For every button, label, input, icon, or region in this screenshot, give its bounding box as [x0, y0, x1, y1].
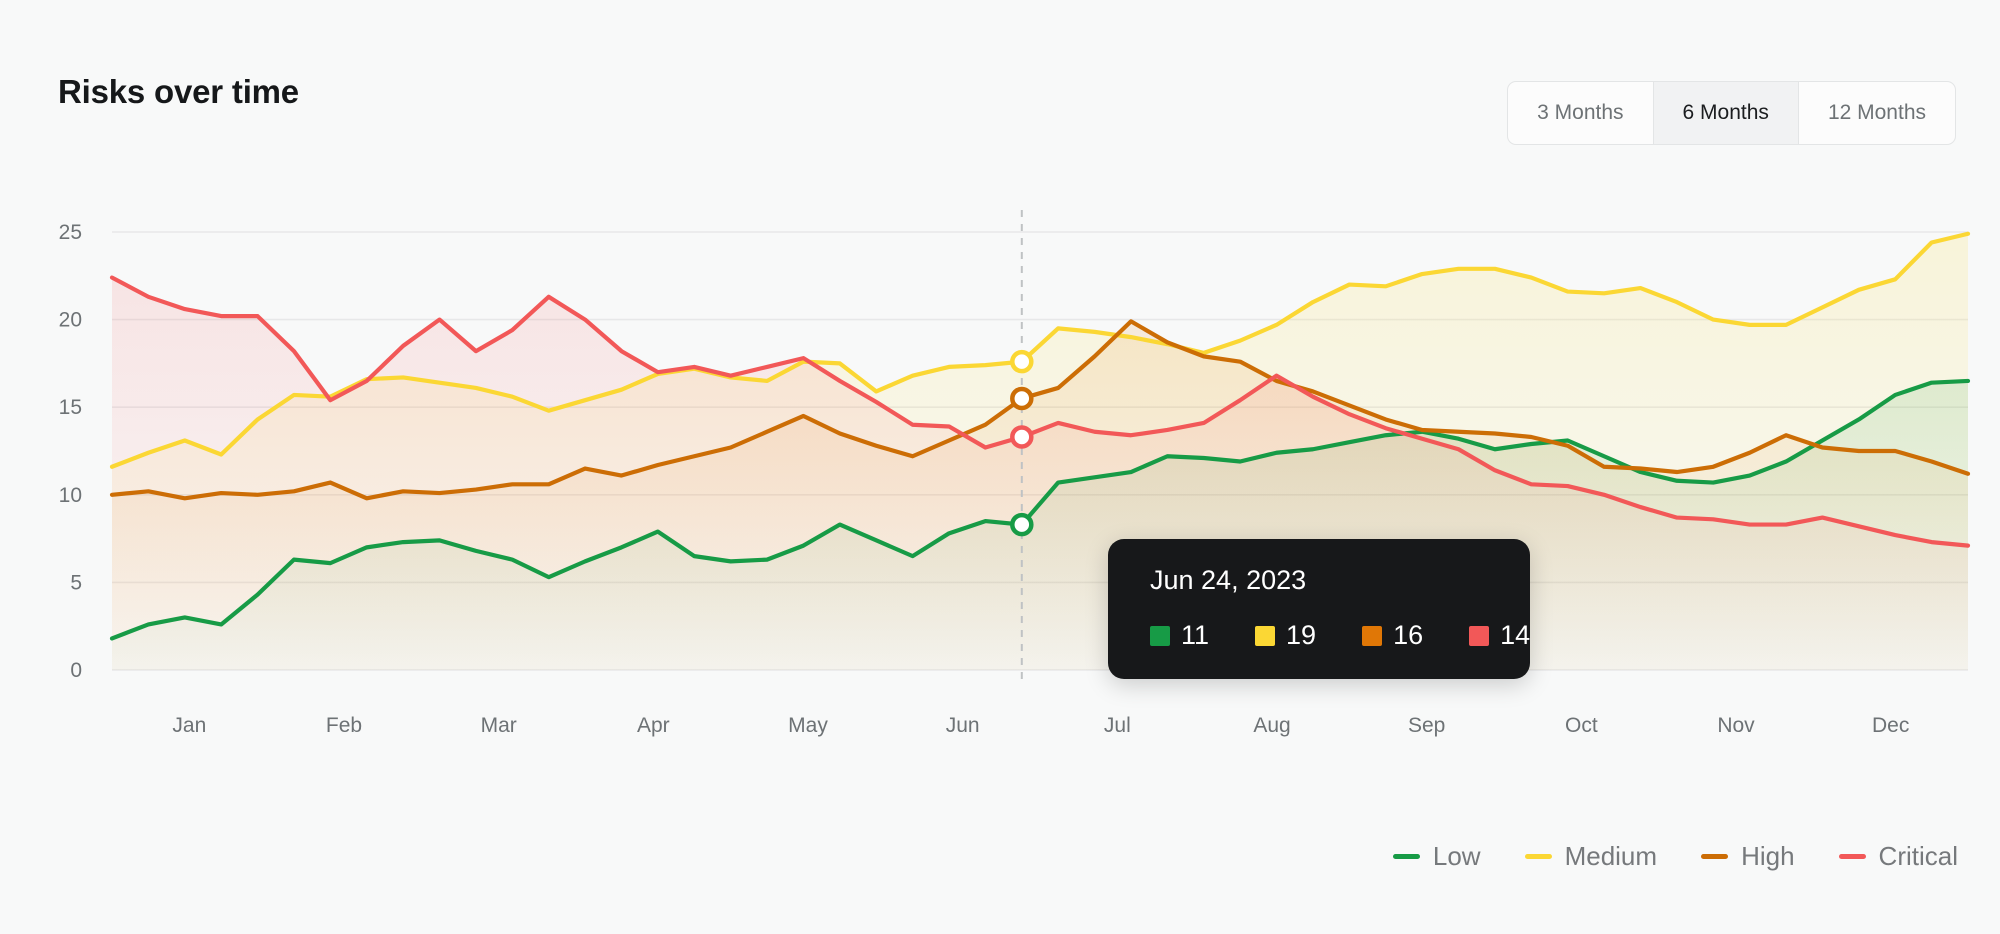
tooltip-value-high: 16 [1393, 620, 1424, 650]
chart-legend: Low Medium High Critical [1392, 841, 1958, 872]
x-tick-label: Jul [1104, 714, 1131, 737]
tooltip-date: Jun 24, 2023 [1150, 565, 1307, 595]
y-tick-label: 10 [59, 484, 82, 507]
y-tick-label: 20 [59, 309, 82, 332]
low-line-icon [1392, 854, 1420, 859]
high-line-icon [1701, 854, 1729, 859]
tooltip-item-medium: 19 [1255, 622, 1316, 649]
range-option-12-months[interactable]: 12 Months [1799, 82, 1955, 144]
legend-item-medium[interactable]: Medium [1524, 841, 1658, 872]
risks-line-chart[interactable]: 0 5 10 15 20 25 Jan Feb Mar Apr May Jun Jul Aug Sep Oc… [0, 160, 2000, 780]
chart-svg: 0 5 10 15 20 25 Jan Feb Mar Apr May Jun Jul Aug Sep Oc… [59, 210, 1971, 737]
legend-label-medium: Medium [1564, 841, 1658, 871]
tooltip-item-critical: 14 [1469, 622, 1530, 649]
x-axis-labels: Jan Feb Mar Apr May Jun Jul Aug Sep Oct Nov Dec [172, 714, 1909, 737]
time-range-segmented-control[interactable]: 3 Months 6 Months 12 Months [1507, 81, 1956, 145]
x-tick-label: Apr [637, 714, 670, 737]
x-tick-label: Nov [1717, 714, 1755, 737]
hover-marker-low [1010, 512, 1034, 537]
range-option-3-months[interactable]: 3 Months [1508, 82, 1654, 144]
y-tick-label: 5 [70, 571, 82, 594]
tooltip-value-critical: 14 [1500, 620, 1531, 650]
legend-label-critical: Critical [1878, 841, 1958, 871]
legend-item-low[interactable]: Low [1392, 841, 1481, 872]
tooltip-value-low: 11 [1181, 620, 1210, 650]
y-tick-label: 0 [70, 659, 82, 682]
hover-marker-medium [1010, 349, 1034, 374]
y-tick-label: 25 [59, 221, 82, 244]
page-title: Risks over time [58, 73, 299, 110]
range-option-6-months[interactable]: 6 Months [1653, 82, 1799, 144]
legend-label-low: Low [1432, 841, 1481, 871]
legend-label-high: High [1741, 841, 1795, 871]
x-tick-label: May [788, 714, 828, 737]
hover-tooltip: Jun 24, 2023 11 19 16 14 [1108, 539, 1530, 679]
hover-marker-critical [1010, 425, 1034, 449]
tooltip-item-high: 16 [1362, 622, 1423, 649]
high-swatch-icon [1362, 625, 1383, 646]
hover-marker-high [1010, 386, 1034, 411]
y-tick-label: 15 [59, 396, 82, 419]
critical-swatch-icon [1469, 625, 1490, 646]
x-tick-label: Feb [326, 714, 362, 737]
x-tick-label: Jun [946, 714, 980, 737]
x-tick-label: Mar [481, 714, 517, 737]
series-areas [112, 233, 1968, 670]
low-swatch-icon [1150, 625, 1170, 646]
risks-over-time-card: Risks over time 3 Months 6 Months 12 Mon… [0, 0, 2000, 934]
tooltip-value-medium: 19 [1286, 620, 1317, 650]
legend-item-critical[interactable]: Critical [1838, 841, 1958, 872]
medium-swatch-icon [1255, 625, 1276, 646]
legend-item-high[interactable]: High [1701, 841, 1795, 872]
x-tick-label: Jan [172, 714, 206, 737]
x-tick-label: Sep [1408, 714, 1445, 737]
x-tick-label: Dec [1872, 714, 1909, 737]
y-axis-labels: 0 5 10 15 20 25 [59, 221, 82, 682]
x-tick-label: Aug [1253, 714, 1290, 737]
x-tick-label: Oct [1565, 714, 1598, 737]
critical-line-icon [1838, 854, 1866, 859]
tooltip-item-low: 11 [1150, 622, 1209, 649]
medium-line-icon [1524, 854, 1552, 859]
card-header: Risks over time 3 Months 6 Months 12 Mon… [0, 0, 2000, 160]
tooltip-values: 11 19 16 14 [1108, 622, 1530, 649]
